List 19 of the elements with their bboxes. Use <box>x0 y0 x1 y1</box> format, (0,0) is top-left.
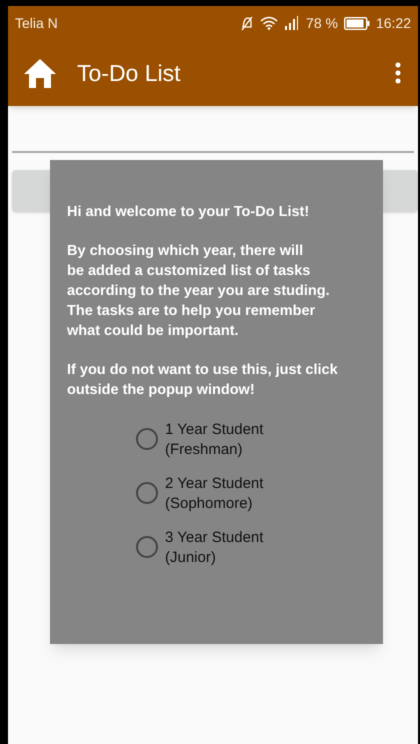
more-options-icon[interactable] <box>395 62 401 84</box>
carrier-text: Telia N <box>15 14 58 32</box>
radio-button[interactable] <box>136 536 158 558</box>
popup-message: Hi and welcome to your To-Do List! <box>67 203 310 222</box>
option-label[interactable]: 2 Year Student (Sophomore) <box>165 474 264 514</box>
popup-message: By choosing which year, there will be added a customized list of tasks according to the year you are studing. The tasks are to help you remember what could be important. <box>67 242 331 341</box>
radio-button[interactable] <box>136 482 158 504</box>
radio-button[interactable] <box>136 428 158 450</box>
battery-icon <box>344 16 370 30</box>
clock-text: 16:22 <box>376 14 411 32</box>
battery-percent: 78 % <box>306 14 338 32</box>
mute-icon <box>240 16 254 30</box>
signal-icon <box>284 16 300 30</box>
home-icon[interactable] <box>23 58 57 88</box>
popup-message: If you do not want to use this, just click outside the popup window! <box>67 361 339 400</box>
option-label[interactable]: 1 Year Student (Freshman) <box>165 420 264 460</box>
option-label[interactable]: 3 Year Student (Junior) <box>165 528 264 568</box>
app-title: To-Do List <box>77 58 181 88</box>
wifi-icon <box>260 16 278 30</box>
